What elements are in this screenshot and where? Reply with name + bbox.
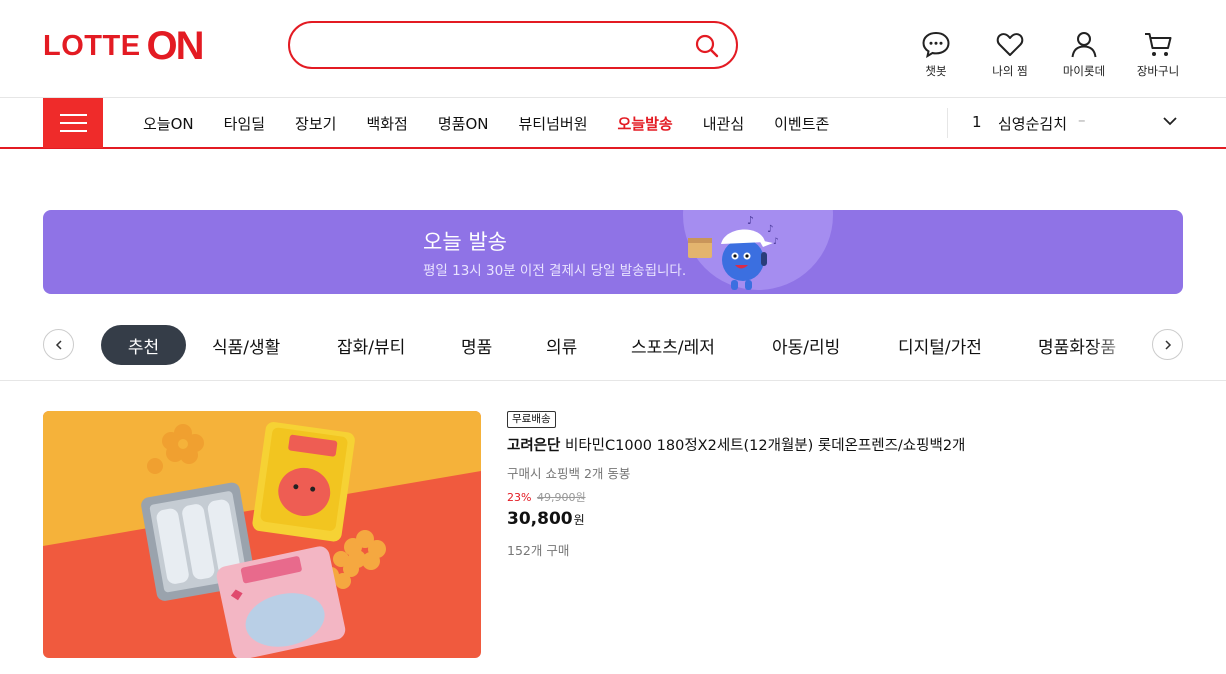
price-currency: 원 xyxy=(573,513,585,527)
main-nav: 오늘ON 타임딜 장보기 백화점 명품ON 뷰티넘버원 오늘발송 내관심 이벤트… xyxy=(0,98,1226,149)
chatbot-button[interactable]: 챗봇 xyxy=(905,30,967,79)
category-tab[interactable]: 의류 xyxy=(546,333,577,358)
chevron-right-icon xyxy=(1165,340,1172,350)
wishlist-label: 나의 찜 xyxy=(992,64,1028,78)
user-icon xyxy=(1071,32,1097,58)
nav-item-timedeal[interactable]: 타임딜 xyxy=(224,113,265,134)
logo-lotte-text: LOTTE xyxy=(43,29,141,62)
logo-on-text: ON xyxy=(146,23,205,68)
nav-item-grocery[interactable]: 장보기 xyxy=(295,113,336,134)
trending-rank-number: 1 xyxy=(972,113,982,131)
heart-icon xyxy=(996,33,1024,56)
cart-label: 장바구니 xyxy=(1136,64,1180,78)
product-price: 30,800원 xyxy=(507,509,585,529)
category-tab-recommend[interactable]: 추천 xyxy=(101,325,186,365)
trending-change: – xyxy=(1078,111,1086,129)
chat-icon xyxy=(922,31,950,58)
free-shipping-badge: 무료배송 xyxy=(507,411,556,428)
banner-subtitle: 평일 13시 30분 이전 결제시 당일 발송됩니다. xyxy=(423,263,687,279)
chevron-down-icon[interactable] xyxy=(1161,112,1179,130)
original-price: 49,900원 xyxy=(536,491,586,504)
nav-items: 오늘ON 타임딜 장보기 백화점 명품ON 뷰티넘버원 오늘발송 내관심 이벤트… xyxy=(143,98,859,148)
category-fade xyxy=(1090,323,1140,367)
category-next-button[interactable] xyxy=(1152,329,1183,360)
chatbot-label: 챗봇 xyxy=(925,64,947,78)
svg-text:♪: ♪ xyxy=(773,237,779,247)
header: LOTTE ON 챗봇 나의 찜 마이롯데 장바구니 xyxy=(0,0,1226,98)
hamburger-menu-button[interactable] xyxy=(43,98,103,148)
nav-item-today-on[interactable]: 오늘ON xyxy=(143,113,194,134)
nav-item-luxury-on[interactable]: 명품ON xyxy=(438,113,489,134)
category-tab[interactable]: 명품 xyxy=(461,333,492,358)
header-utils: 챗봇 나의 찜 마이롯데 장바구니 xyxy=(905,30,1205,86)
wishlist-button[interactable]: 나의 찜 xyxy=(979,30,1041,79)
cart-button[interactable]: 장바구니 xyxy=(1127,30,1189,79)
nav-item-beauty[interactable]: 뷰티넘버원 xyxy=(519,113,588,134)
category-tab[interactable]: 아동/리빙 xyxy=(772,333,840,358)
price-value: 30,800 xyxy=(507,509,573,529)
trending-keyword: 심영순김치 xyxy=(998,115,1068,133)
product-subtitle: 구매시 쇼핑백 2개 동봉 xyxy=(507,466,631,481)
mylotte-label: 마이롯데 xyxy=(1062,64,1106,78)
nav-item-today-delivery[interactable]: 오늘발송 xyxy=(618,113,673,134)
mascot-illustration: ♪ ♪ ♪ xyxy=(688,214,779,290)
category-prev-button[interactable] xyxy=(43,329,74,360)
mylotte-button[interactable]: 마이롯데 xyxy=(1053,30,1115,79)
nav-item-event-zone[interactable]: 이벤트존 xyxy=(774,113,829,134)
search-input[interactable] xyxy=(308,33,688,57)
purchase-count: 152개 구매 xyxy=(507,543,570,558)
search-icon[interactable] xyxy=(694,33,720,59)
lotteon-logo[interactable]: LOTTE ON xyxy=(43,23,205,68)
trending-keyword-ticker[interactable]: 1 심영순김치 – xyxy=(947,108,1183,138)
product-brand: 고려은단 xyxy=(507,438,561,454)
nav-item-my-interest[interactable]: 내관심 xyxy=(703,113,744,134)
nav-item-department[interactable]: 백화점 xyxy=(366,113,407,134)
banner-title: 오늘 발송 xyxy=(423,230,507,254)
svg-text:♪: ♪ xyxy=(747,214,754,227)
cart-icon xyxy=(1145,33,1172,56)
svg-text:♪: ♪ xyxy=(767,224,773,235)
product-discount: 23% 49,900원 xyxy=(507,489,586,505)
category-tab[interactable]: 스포츠/레저 xyxy=(631,333,715,358)
category-tab[interactable]: 식품/생활 xyxy=(212,333,280,358)
category-tab[interactable]: 잡화/뷰티 xyxy=(337,333,405,358)
product-photo xyxy=(43,411,481,658)
today-delivery-banner: 오늘 발송 평일 13시 30분 이전 결제시 당일 발송됩니다. ♪ ♪ ♪ xyxy=(43,210,1183,294)
category-tabs: 추천 식품/생활 잡화/뷰티 명품 의류 스포츠/레저 아동/리빙 디지털/가전… xyxy=(0,318,1226,381)
discount-rate: 23% xyxy=(507,491,532,504)
product-image[interactable] xyxy=(43,411,481,658)
product-name[interactable]: 고려은단 비타민C1000 180정X2세트(12개월분) 롯데온프렌즈/쇼핑백… xyxy=(507,434,965,455)
category-tab[interactable]: 디지털/가전 xyxy=(898,333,982,358)
search-box xyxy=(288,21,738,69)
product-title: 비타민C1000 180정X2세트(12개월분) 롯데온프렌즈/쇼핑백2개 xyxy=(560,438,966,454)
chevron-left-icon xyxy=(55,340,62,350)
